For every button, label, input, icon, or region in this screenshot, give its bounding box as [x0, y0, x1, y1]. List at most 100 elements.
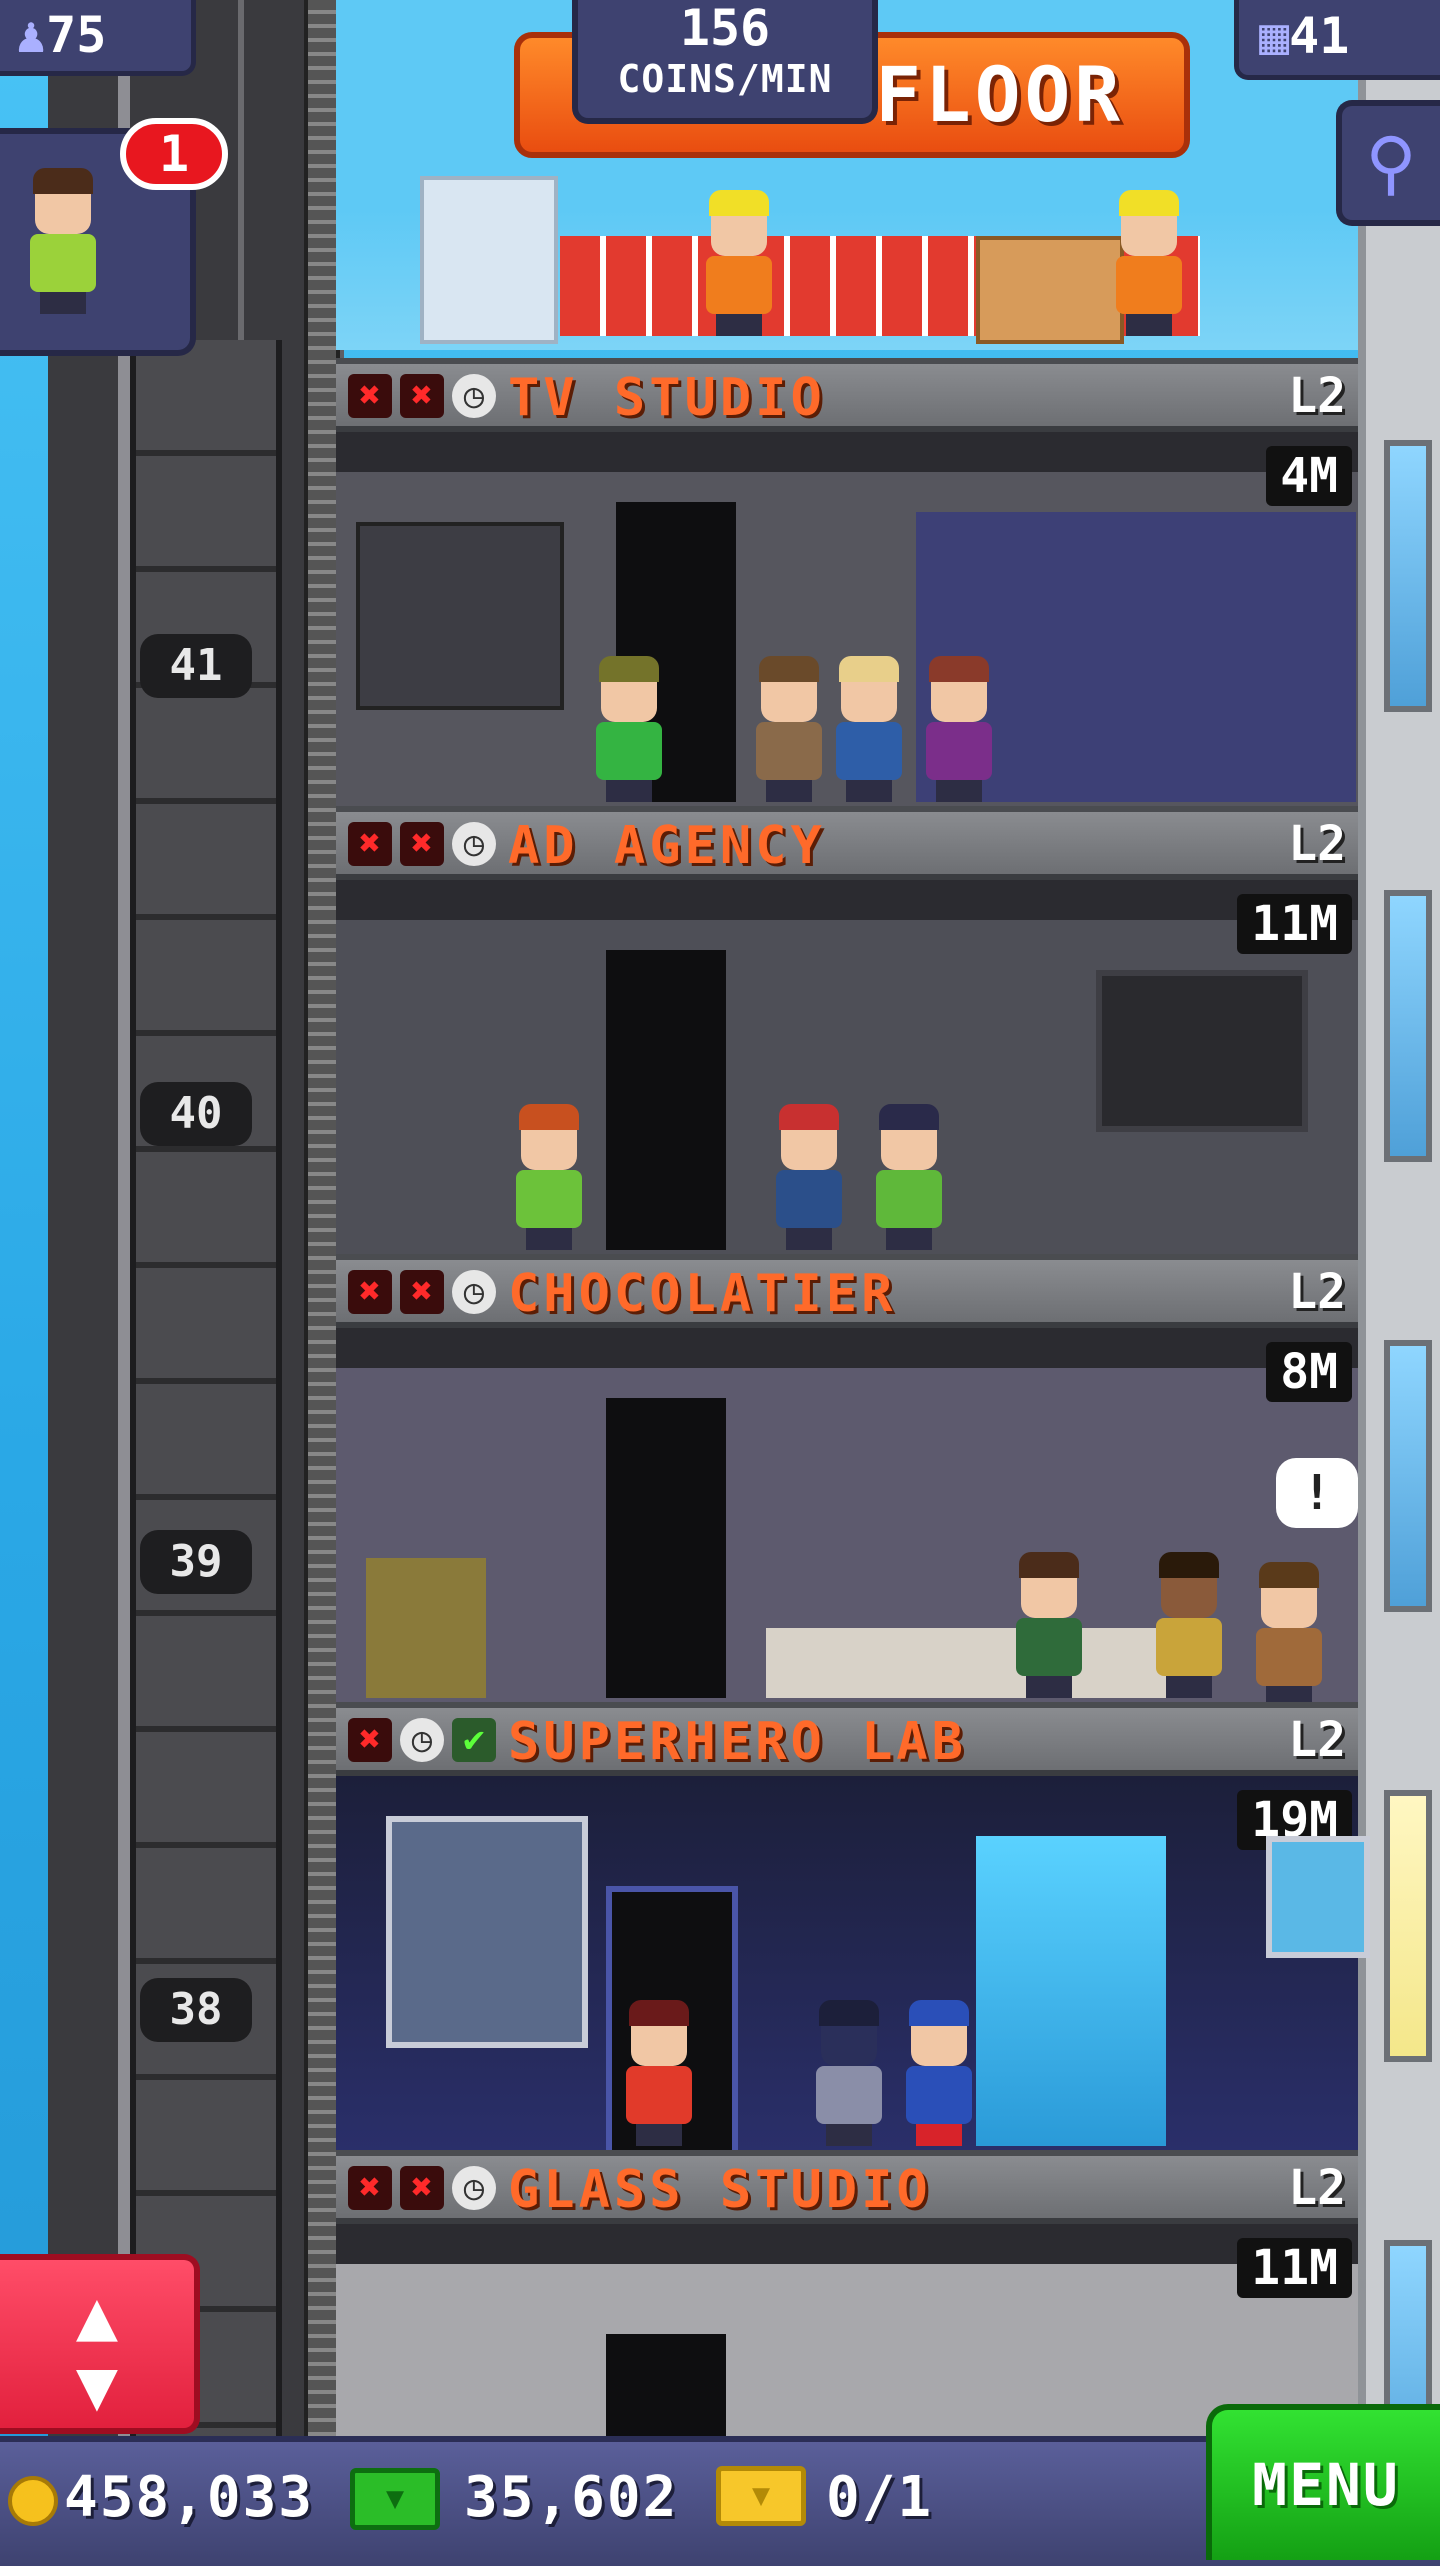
floor-header: ✖ ◷ ✔ SUPERHERO LAB L2 [336, 1702, 1358, 1776]
menu-button[interactable]: MENU [1206, 2404, 1440, 2560]
floor-level: L2 [1288, 816, 1346, 872]
clock-icon: ◷ [400, 1718, 444, 1762]
floor-worker[interactable] [776, 1104, 842, 1250]
floor-status-icons: ✖ ◷ ✔ [348, 1718, 496, 1762]
clock-icon: ◷ [452, 1270, 496, 1314]
floor-room[interactable]: 8M ! [336, 1328, 1358, 1708]
floor-counter[interactable]: ▦41 [1234, 0, 1440, 80]
floor-stock-time: 11M [1237, 894, 1352, 954]
floor-doorway [606, 950, 726, 1250]
missing-stock-icon: ✖ [400, 1270, 444, 1314]
floor-stock-time: 8M [1266, 1342, 1352, 1402]
floor-header: ✖ ✖ ◷ CHOCOLATIER L2 [336, 1254, 1358, 1328]
floor-visitor[interactable] [1256, 1562, 1322, 1708]
chocolate-vat [366, 1558, 486, 1698]
floor-doorway [606, 2334, 726, 2440]
clock-icon: ◷ [452, 374, 496, 418]
floor-room[interactable]: 11M [336, 2224, 1358, 2440]
floor-worker[interactable] [516, 1104, 582, 1250]
floor-worker[interactable] [926, 656, 992, 802]
floor-number-label: 39 [140, 1530, 252, 1594]
floor-level: L2 [1288, 1264, 1346, 1320]
tower-bux-balance: 35,602 [464, 2465, 679, 2530]
floor-room[interactable]: 19M [336, 1776, 1370, 2158]
tower-window [1384, 1340, 1432, 1612]
building-icon: ▦ [1259, 7, 1290, 65]
ad-screen [1096, 970, 1308, 1132]
studio-equipment [356, 522, 564, 710]
construction-worker[interactable] [706, 190, 772, 336]
floor-level: L2 [1288, 368, 1346, 424]
shaft-rail [118, 0, 130, 2440]
floor-name: CHOCOLATIER [508, 1264, 897, 1324]
visitor-avatar [30, 168, 96, 314]
shaft-ladder [304, 0, 340, 2440]
floor-count-value: 41 [1289, 7, 1350, 65]
tower-window [1384, 440, 1432, 712]
tower-window [1384, 890, 1432, 1162]
missing-stock-icon: ✖ [348, 1270, 392, 1314]
missing-stock-icon: ✖ [400, 374, 444, 418]
floor-ad-agency[interactable]: ✖ ✖ ◷ AD AGENCY L2 11M [336, 806, 1358, 1256]
tickets-count: 0/1 [826, 2465, 934, 2530]
floor-room[interactable]: 11M [336, 880, 1358, 1256]
floor-tv-studio[interactable]: ✖ ✖ ◷ TV STUDIO L2 4M [336, 358, 1358, 808]
population-value: 75 [46, 6, 107, 64]
floor-superhero-lab[interactable]: ✖ ◷ ✔ SUPERHERO LAB L2 19M [336, 1702, 1370, 2158]
construction-worker[interactable] [1116, 190, 1182, 336]
floor-worker[interactable] [1016, 1552, 1082, 1698]
population-counter[interactable]: ♟75 [0, 0, 196, 76]
people-icon: ♟ [16, 6, 47, 64]
speech-bubble-icon[interactable]: ! [1276, 1458, 1358, 1528]
up-down-arrows-icon: ▲ ▼ [75, 2274, 119, 2426]
coin-icon [8, 2476, 58, 2526]
floor-status-icons: ✖ ✖ ◷ [348, 822, 496, 866]
clock-icon: ◷ [452, 822, 496, 866]
floor-room[interactable]: 4M [336, 432, 1358, 808]
tower-window [1384, 1790, 1432, 2062]
floor-stock-time: 11M [1237, 2238, 1352, 2298]
floor-number-label: 38 [140, 1978, 252, 2042]
elevator-control-button[interactable]: ▲ ▼ [0, 2254, 200, 2434]
coins-per-minute-label: COINS/MIN [617, 57, 833, 101]
floor-level: L2 [1288, 2160, 1346, 2216]
missing-stock-icon: ✖ [348, 374, 392, 418]
ticket-icon[interactable]: ▼ [716, 2466, 806, 2526]
floor-status-icons: ✖ ✖ ◷ [348, 1270, 496, 1314]
floor-header: ✖ ✖ ◷ AD AGENCY L2 [336, 806, 1358, 880]
floor-worker[interactable] [836, 656, 902, 802]
tower-outer-wall [1358, 0, 1440, 2440]
floor-header: ✖ ✖ ◷ GLASS STUDIO L2 [336, 2150, 1358, 2224]
floor-status-icons: ✖ ✖ ◷ [348, 374, 496, 418]
floor-worker[interactable] [596, 656, 662, 802]
stocked-check-icon: ✔ [452, 1718, 496, 1762]
floor-name: AD AGENCY [508, 816, 826, 876]
floor-name: GLASS STUDIO [508, 2160, 932, 2220]
floor-chocolatier[interactable]: ✖ ✖ ◷ CHOCOLATIER L2 8M ! [336, 1254, 1358, 1708]
tower-bux-icon[interactable]: ▼ [350, 2468, 440, 2530]
floor-worker[interactable] [876, 1104, 942, 1250]
search-icon[interactable]: ⚲ [1336, 100, 1440, 226]
coins-per-minute-panel: 156 COINS/MIN [572, 0, 878, 124]
coins-per-minute-value: 156 [679, 0, 771, 57]
world-map-screen [1266, 1836, 1370, 1958]
floor-visitor[interactable] [1156, 1552, 1222, 1698]
floor-level: L2 [1288, 1712, 1346, 1768]
floor-visitor[interactable] [816, 2000, 882, 2146]
missing-stock-icon: ✖ [400, 822, 444, 866]
missing-stock-icon: ✖ [348, 1718, 392, 1762]
floor-worker[interactable] [756, 656, 822, 802]
floor-status-icons: ✖ ✖ ◷ [348, 2166, 496, 2210]
chocolate-counter [766, 1628, 1186, 1698]
clock-icon: ◷ [452, 2166, 496, 2210]
floor-visitor[interactable] [906, 2000, 972, 2146]
floor-glass-studio[interactable]: ✖ ✖ ◷ GLASS STUDIO L2 11M [336, 2150, 1358, 2440]
floor-doorway [606, 1398, 726, 1698]
notification-badge: 1 [120, 118, 228, 190]
floor-worker[interactable] [626, 2000, 692, 2146]
floor-header: ✖ ✖ ◷ TV STUDIO L2 [336, 358, 1358, 432]
missing-stock-icon: ✖ [400, 2166, 444, 2210]
coins-balance: 458,033 [64, 2465, 315, 2530]
floor-number-label: 40 [140, 1082, 252, 1146]
floor-name: TV STUDIO [508, 368, 826, 428]
